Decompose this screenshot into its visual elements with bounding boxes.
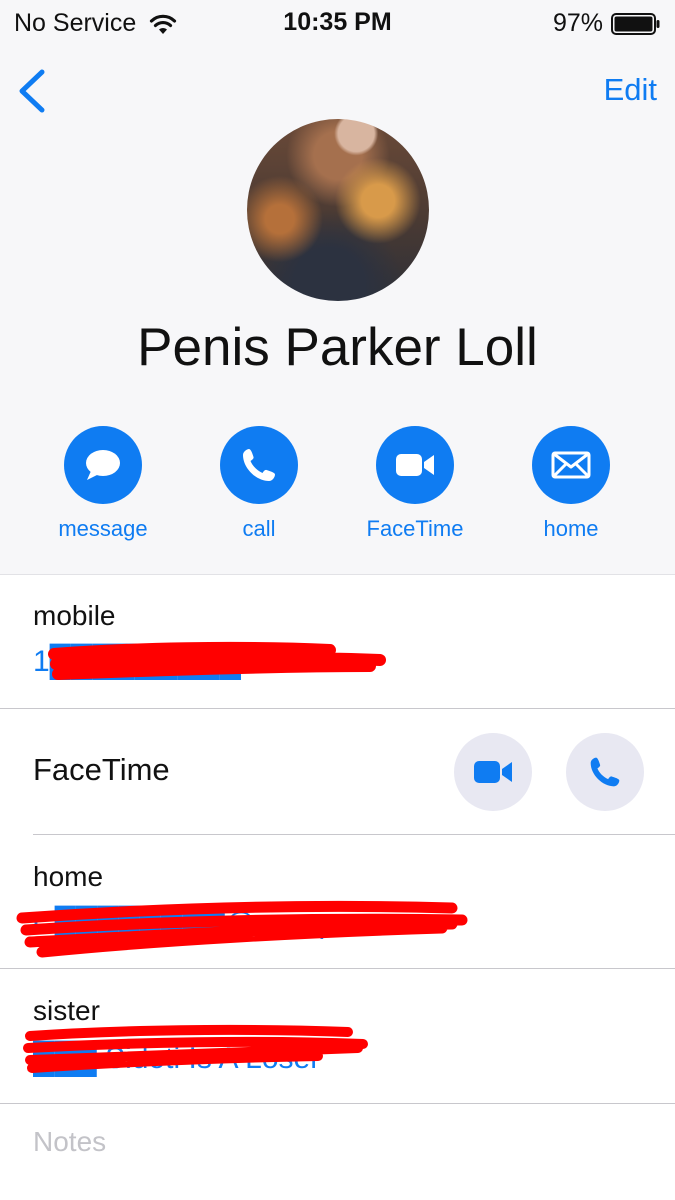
video-camera-icon (474, 761, 512, 783)
home-email[interactable]: C████████@nycap.rr.com (33, 907, 427, 941)
facetime-audio-button[interactable] (566, 733, 644, 811)
mobile-number[interactable]: 1█████████26 (33, 645, 274, 679)
call-action-label: call (242, 516, 276, 541)
mail-action-button[interactable]: home (511, 426, 631, 542)
header-divider (0, 574, 675, 575)
row-divider (0, 968, 675, 969)
facetime-video-button[interactable] (454, 733, 532, 811)
contact-card-screen: No Service 10:35 PM 97% Edit Penis Parke… (0, 0, 675, 1200)
phone-icon (220, 426, 298, 504)
call-action-button[interactable]: call (199, 426, 319, 542)
phone-icon (590, 757, 620, 787)
facetime-action-label: FaceTime (366, 516, 464, 541)
video-camera-icon (376, 426, 454, 504)
sister-name[interactable]: ███ Sidoti Is A Loser (33, 1042, 320, 1076)
battery-status: 97% (553, 9, 661, 38)
mobile-field-label: mobile (33, 600, 116, 631)
facetime-action-button[interactable]: FaceTime (355, 426, 475, 542)
back-chevron-icon[interactable] (14, 68, 50, 114)
envelope-icon (532, 426, 610, 504)
notes-field[interactable]: Notes (33, 1126, 106, 1158)
message-action-label: message (58, 516, 148, 541)
contact-header: No Service 10:35 PM 97% Edit Penis Parke… (0, 0, 675, 574)
contact-name: Penis Parker Loll (137, 318, 538, 377)
avatar[interactable] (247, 119, 429, 301)
home-field-label: home (33, 861, 104, 892)
sister-field-label: sister (33, 995, 100, 1026)
status-bar: No Service 10:35 PM 97% (0, 0, 675, 46)
mail-action-label: home (543, 516, 599, 541)
row-divider (0, 1103, 675, 1104)
message-bubble-icon (64, 426, 142, 504)
row-divider (33, 834, 675, 835)
row-divider (0, 708, 675, 709)
battery-percent: 97% (552, 9, 603, 37)
edit-button[interactable]: Edit (604, 72, 657, 108)
message-action-button[interactable]: message (43, 426, 163, 542)
battery-icon (611, 12, 660, 35)
facetime-field-label: FaceTime (33, 752, 170, 787)
